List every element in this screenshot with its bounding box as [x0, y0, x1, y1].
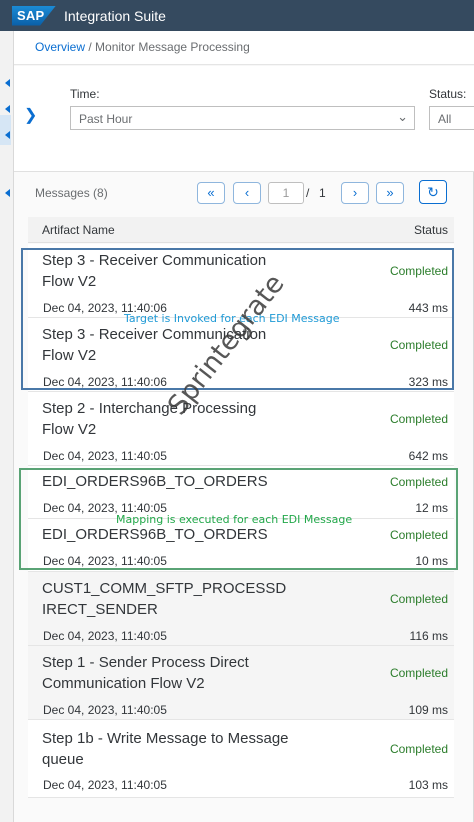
- artifact-name: EDI_ORDERS96B_TO_ORDERS: [42, 473, 268, 490]
- chevron-right-icon[interactable]: ❯: [24, 108, 37, 124]
- time-filter-label: Time:: [70, 87, 100, 101]
- breadcrumb: Overview / Monitor Message Processing: [14, 31, 474, 65]
- table-row[interactable]: Step 1b - Write Message to Message queue…: [28, 720, 454, 798]
- page-separator: /: [306, 186, 310, 200]
- artifact-name: Step 1b - Write Message to Message queue: [42, 730, 289, 768]
- breadcrumb-current: Monitor Message Processing: [95, 40, 250, 54]
- nav-item-selected[interactable]: [0, 115, 11, 145]
- messages-count: Messages (8): [35, 186, 108, 200]
- status-completed: Completed: [389, 338, 448, 352]
- side-navigation-rail: [0, 31, 14, 822]
- message-date: Dec 04, 2023, 11:40:05: [43, 778, 167, 792]
- status-filter-select[interactable]: All: [429, 106, 474, 130]
- table-toolbar: Messages (8) « ‹ 1 / 1 › » ↻: [14, 172, 474, 214]
- breadcrumb-link-overview[interactable]: Overview: [35, 40, 85, 54]
- message-date: Dec 04, 2023, 11:40:05: [43, 703, 167, 717]
- artifact-name: CUST1_COMM_SFTP_PROCESSD IRECT_SENDER: [42, 580, 287, 618]
- breadcrumb-separator: /: [85, 40, 96, 54]
- column-header-artifact-name[interactable]: Artifact Name: [42, 223, 115, 237]
- chevron-right-icon[interactable]: ›: [341, 182, 369, 204]
- status-completed: Completed: [389, 475, 448, 489]
- sap-logo[interactable]: SAP: [12, 5, 56, 26]
- double-chevron-right-icon[interactable]: »: [376, 182, 404, 204]
- nav-item-marker[interactable]: [5, 189, 10, 197]
- table-row[interactable]: Step 1 - Sender Process Direct Communica…: [28, 646, 454, 720]
- status-completed: Completed: [389, 528, 448, 542]
- processing-duration: 109 ms: [408, 703, 448, 717]
- table-row[interactable]: Step 2 - Interchange Processing Flow V2 …: [28, 392, 454, 466]
- nav-item-marker[interactable]: [5, 105, 10, 113]
- table-row[interactable]: EDI_ORDERS96B_TO_ORDERS Completed Dec 04…: [28, 519, 454, 572]
- status-filter-value: All: [438, 112, 452, 126]
- processing-duration: 12 ms: [415, 501, 448, 515]
- message-date: Dec 04, 2023, 11:40:06: [43, 375, 167, 389]
- table-row[interactable]: EDI_ORDERS96B_TO_ORDERS Completed Dec 04…: [28, 466, 454, 519]
- refresh-icon[interactable]: ↻: [419, 180, 447, 204]
- status-completed: Completed: [389, 742, 448, 756]
- column-header-status[interactable]: Status: [414, 223, 448, 237]
- message-date: Dec 04, 2023, 11:40:05: [43, 449, 167, 463]
- table-row[interactable]: CUST1_COMM_SFTP_PROCESSD IRECT_SENDER Co…: [28, 572, 454, 646]
- nav-item-marker[interactable]: [5, 79, 10, 87]
- shell-bar: SAP Integration Suite: [0, 0, 474, 31]
- artifact-name: EDI_ORDERS96B_TO_ORDERS: [42, 526, 268, 543]
- processing-duration: 443 ms: [408, 301, 448, 315]
- messages-table-section: Messages (8) « ‹ 1 / 1 › » ↻ Artifact Na…: [14, 172, 474, 822]
- time-filter-value: Past Hour: [79, 112, 133, 126]
- status-completed: Completed: [389, 412, 448, 426]
- app-root: SAP Integration Suite Overview / Monitor…: [0, 0, 474, 822]
- status-filter-label: Status:: [429, 87, 467, 101]
- annotation-mapping-note: Mapping is executed for each EDI Message: [116, 513, 353, 526]
- page-number-input[interactable]: 1: [268, 182, 304, 204]
- processing-duration: 323 ms: [408, 375, 448, 389]
- status-completed: Completed: [389, 592, 448, 606]
- table-header: Artifact Name Status: [28, 217, 454, 243]
- status-completed: Completed: [389, 264, 448, 278]
- artifact-name: Step 1 - Sender Process Direct Communica…: [42, 654, 249, 692]
- app-title: Integration Suite: [64, 7, 166, 24]
- page-total: 1: [319, 186, 326, 200]
- double-chevron-left-icon[interactable]: «: [197, 182, 225, 204]
- chevron-left-icon[interactable]: ‹: [233, 182, 261, 204]
- message-date: Dec 04, 2023, 11:40:05: [43, 554, 167, 568]
- nav-item-marker[interactable]: [5, 131, 10, 139]
- status-completed: Completed: [389, 666, 448, 680]
- message-date: Dec 04, 2023, 11:40:05: [43, 629, 167, 643]
- processing-duration: 642 ms: [408, 449, 448, 463]
- processing-duration: 103 ms: [408, 778, 448, 792]
- filter-bar: ❯ Time: Past Hour ⌄ Status: All: [14, 66, 474, 172]
- time-filter-select[interactable]: Past Hour ⌄: [70, 106, 415, 130]
- processing-duration: 116 ms: [409, 629, 448, 643]
- processing-duration: 10 ms: [415, 554, 448, 568]
- chevron-down-icon: ⌄: [397, 109, 408, 124]
